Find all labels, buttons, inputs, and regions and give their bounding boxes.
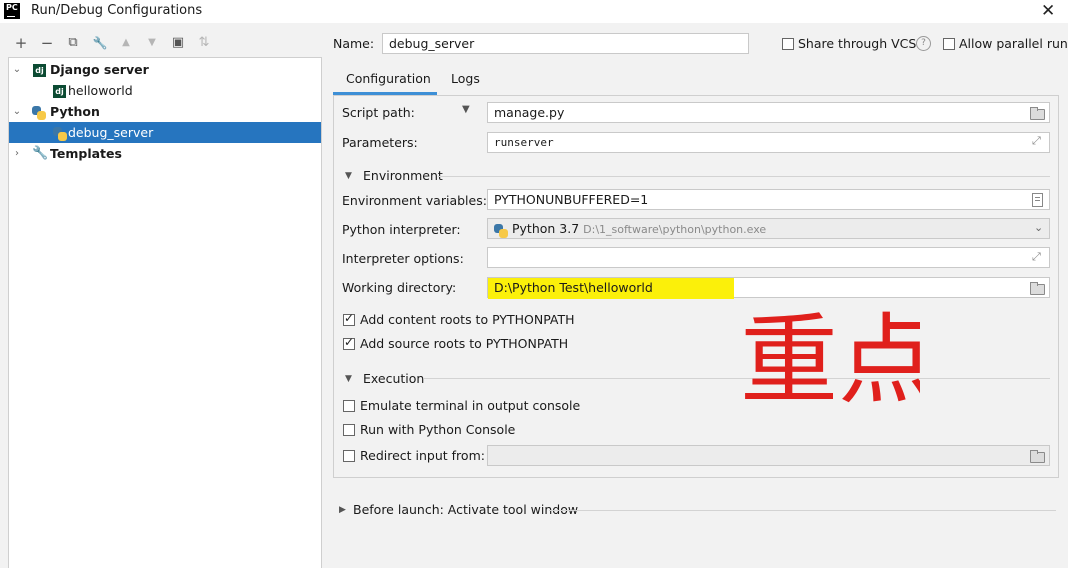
move-up-icon[interactable]: ▲: [117, 34, 135, 52]
emulate-terminal-checkbox[interactable]: [343, 400, 355, 412]
tree-item-label: debug_server: [68, 125, 154, 140]
help-icon[interactable]: ?: [916, 36, 931, 51]
run-python-console-label: Run with Python Console: [360, 422, 516, 437]
django-icon: dj: [53, 85, 66, 98]
before-launch-label[interactable]: Before launch: Activate tool window: [353, 502, 578, 517]
python-icon: [32, 105, 46, 120]
tree-item-label: Python: [50, 104, 100, 119]
window-title: Run/Debug Configurations: [31, 3, 203, 18]
parameters-input[interactable]: runserver: [487, 132, 1050, 153]
add-content-roots-label: Add content roots to PYTHONPATH: [360, 312, 575, 327]
expand-icon[interactable]: ⤢: [1032, 134, 1041, 148]
interpreter-name: Python 3.7: [511, 221, 580, 236]
environment-section-title: Environment: [363, 168, 443, 183]
tree-item-debug-server[interactable]: debug_server: [9, 122, 321, 143]
folder-icon[interactable]: [1030, 282, 1045, 295]
add-icon[interactable]: +: [12, 34, 30, 52]
new-folder-icon[interactable]: ▣: [169, 34, 187, 52]
interp-options-input[interactable]: [487, 247, 1050, 268]
edit-env-vars-icon[interactable]: [1032, 193, 1043, 207]
interp-options-label: Interpreter options:: [342, 251, 464, 266]
folder-icon[interactable]: [1030, 107, 1045, 120]
tree-item-python[interactable]: ⌄ Python: [9, 101, 321, 122]
move-down-icon[interactable]: ▼: [143, 34, 161, 52]
python-icon: [53, 126, 67, 141]
redirect-input-field[interactable]: [487, 445, 1050, 466]
add-source-roots-label: Add source roots to PYTHONPATH: [360, 336, 569, 351]
tab-logs[interactable]: Logs: [451, 71, 480, 86]
share-vcs-label: Share through VCS: [798, 36, 917, 51]
allow-parallel-label: Allow parallel run: [959, 36, 1068, 51]
edit-defaults-icon[interactable]: 🔧: [91, 34, 109, 52]
sort-icon[interactable]: ⇅: [195, 34, 213, 52]
annotation-text: 重点: [740, 304, 920, 418]
config-tree[interactable]: ⌄ dj Django server dj helloworld ⌄ Pytho…: [8, 57, 322, 568]
script-type-dropdown-icon[interactable]: ▼: [462, 104, 470, 115]
tab-configuration[interactable]: Configuration: [346, 71, 431, 86]
chevron-down-icon[interactable]: ⌄: [1034, 221, 1043, 234]
tree-item-helloworld[interactable]: dj helloworld: [9, 80, 321, 101]
interpreter-select[interactable]: Python 3.7 D:\1_software\python\python.e…: [487, 218, 1050, 239]
logo-text: PC: [6, 3, 18, 12]
share-vcs-checkbox[interactable]: [782, 38, 794, 50]
execution-section-title: Execution: [363, 371, 425, 386]
expand-right-icon[interactable]: ▶: [339, 505, 346, 515]
chevron-down-icon[interactable]: ⌄: [12, 101, 22, 122]
chevron-down-icon[interactable]: ⌄: [12, 59, 22, 80]
copy-icon[interactable]: ⧉: [64, 34, 82, 52]
tree-item-templates[interactable]: › 🔧 Templates: [9, 143, 321, 164]
interpreter-label: Python interpreter:: [342, 222, 461, 237]
section-divider: [424, 378, 1050, 379]
section-collapse-icon[interactable]: ▼: [345, 171, 352, 181]
tree-item-label: helloworld: [68, 83, 133, 98]
section-divider: [438, 176, 1050, 177]
working-dir-label: Working directory:: [342, 280, 457, 295]
allow-parallel-checkbox[interactable]: [943, 38, 955, 50]
remove-icon[interactable]: −: [38, 34, 56, 52]
tree-item-django-server[interactable]: ⌄ dj Django server: [9, 59, 321, 80]
env-vars-input[interactable]: PYTHONUNBUFFERED=1: [487, 189, 1050, 210]
pycharm-logo-icon: PC: [4, 3, 20, 19]
script-path-input[interactable]: manage.py: [487, 102, 1050, 123]
parameters-label: Parameters:: [342, 135, 418, 150]
emulate-terminal-label: Emulate terminal in output console: [360, 398, 581, 413]
close-icon[interactable]: ✕: [1041, 1, 1055, 21]
wrench-icon: 🔧: [32, 146, 49, 161]
add-source-roots-checkbox[interactable]: [343, 335, 355, 350]
django-icon: dj: [33, 64, 46, 77]
section-divider: [549, 510, 1056, 511]
add-content-roots-checkbox[interactable]: [343, 311, 355, 326]
run-python-console-checkbox[interactable]: [343, 424, 355, 436]
name-input[interactable]: debug_server: [382, 33, 749, 54]
python-icon: [494, 223, 508, 238]
script-path-label: Script path:: [342, 105, 415, 120]
tree-item-label: Django server: [50, 62, 149, 77]
expand-icon[interactable]: ⤢: [1032, 250, 1041, 264]
working-dir-value: D:\Python Test\helloworld: [494, 280, 653, 295]
redirect-input-label: Redirect input from:: [360, 448, 485, 463]
section-collapse-icon[interactable]: ▼: [345, 374, 352, 384]
interpreter-path: D:\1_software\python\python.exe: [583, 223, 767, 236]
env-vars-label: Environment variables:: [342, 193, 487, 208]
tree-item-label: Templates: [50, 146, 122, 161]
redirect-input-checkbox[interactable]: [343, 450, 355, 462]
handwritten-annotation: 重点: [740, 304, 920, 418]
name-label: Name:: [333, 36, 375, 51]
chevron-right-icon[interactable]: ›: [12, 143, 22, 164]
folder-icon[interactable]: [1030, 450, 1045, 463]
